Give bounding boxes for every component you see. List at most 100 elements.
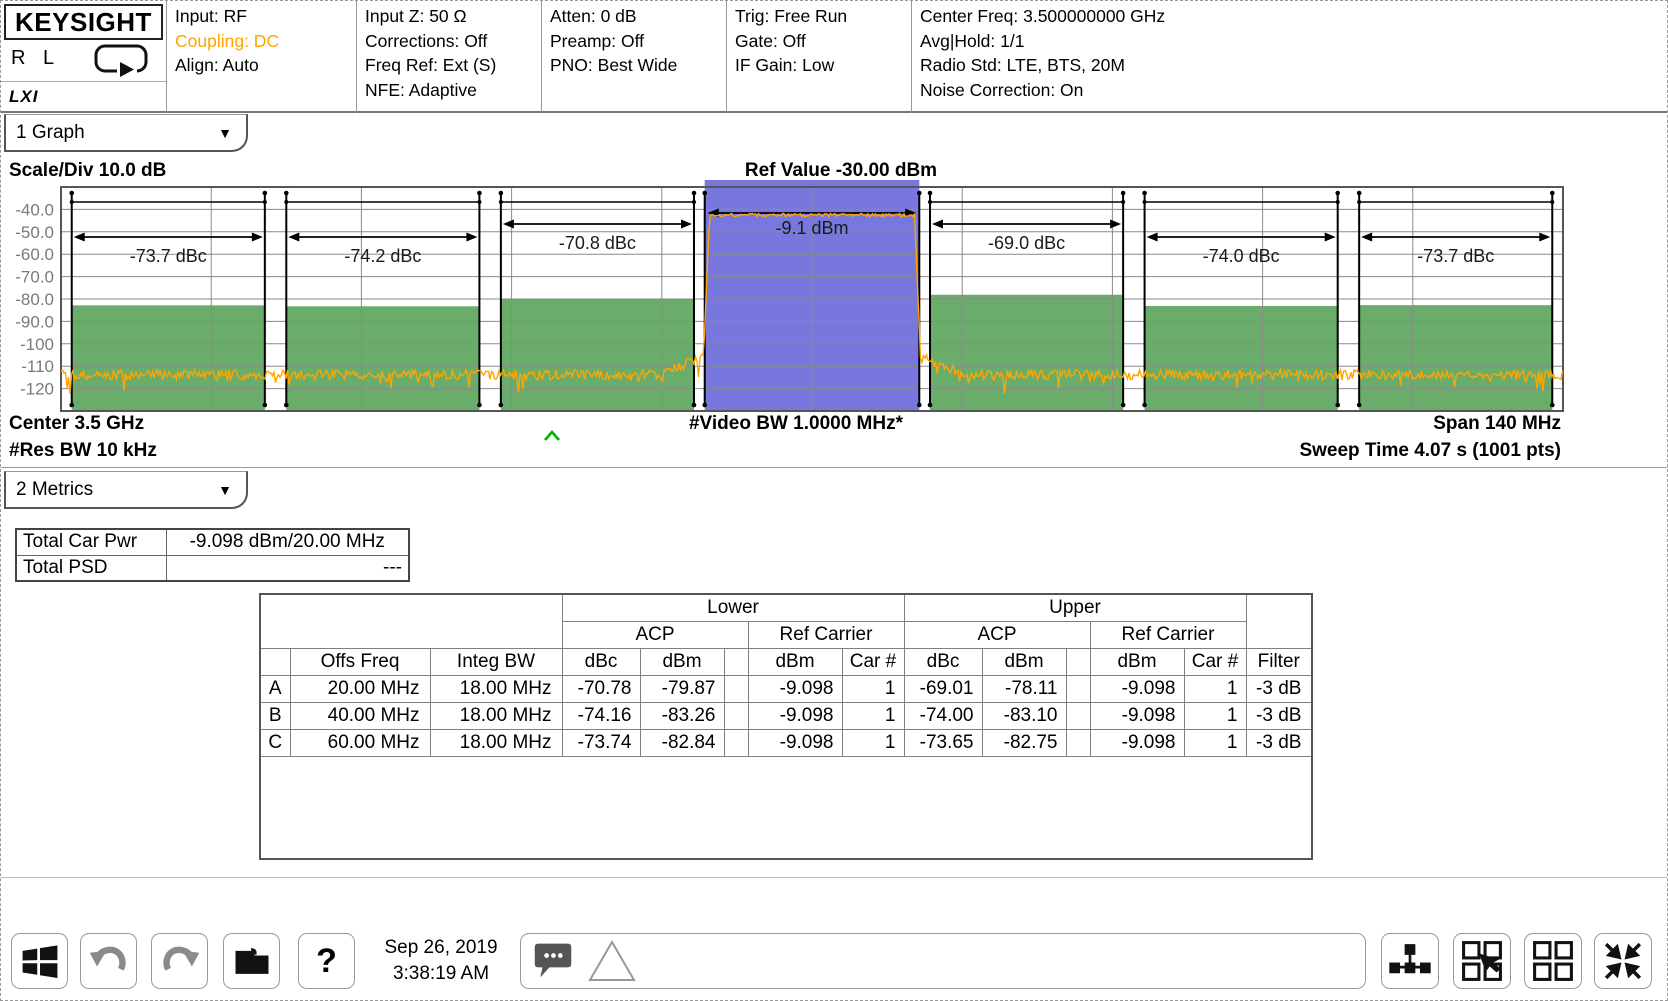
sequence-setup-button[interactable] <box>1381 933 1439 989</box>
lower-ref-carrier-header: Ref Carrier <box>748 621 904 648</box>
coupling-setting: Coupling: DC <box>175 29 356 54</box>
filter-value: -3 dB <box>1246 702 1312 729</box>
dropdown-caret-icon: ▼ <box>218 125 232 141</box>
datetime-display[interactable]: Sep 26, 2019 3:38:19 AM <box>361 935 521 987</box>
upper-dbc-value: -69.01 <box>904 675 982 702</box>
car-header: Car # <box>1184 648 1246 675</box>
svg-text:-40.0: -40.0 <box>15 200 54 219</box>
integ-bw-header: Integ BW <box>430 648 562 675</box>
gate-setting: Gate: Off <box>735 29 911 54</box>
warning-triangle-icon <box>587 939 637 983</box>
dbm-header: dBm <box>640 648 724 675</box>
table-filler-row <box>260 756 1312 859</box>
windows-start-button[interactable] <box>11 933 68 989</box>
header-input-panel[interactable]: Input: RF Coupling: DC Align: Auto <box>166 1 356 113</box>
annunciator-rl: R L <box>11 47 60 70</box>
filter-value: -3 dB <box>1246 675 1312 702</box>
lower-car-value: 1 <box>842 702 904 729</box>
upper-dbm-value: -83.10 <box>982 702 1066 729</box>
lower-dbm-value: -82.84 <box>640 729 724 756</box>
table-row: Total PSD --- <box>16 555 409 581</box>
table-group-header-row: Lower Upper <box>260 594 1312 621</box>
lower-dbc-value: -70.78 <box>562 675 640 702</box>
row-id: B <box>260 702 290 729</box>
time-text: 3:38:19 AM <box>361 961 521 987</box>
span-readout: Span 140 MHz <box>1433 413 1561 435</box>
upper-ref-carrier-header: Ref Carrier <box>1090 621 1246 648</box>
undo-button[interactable] <box>80 933 137 989</box>
lower-dbm-value: -79.87 <box>640 675 724 702</box>
grid-layout-icon <box>1530 938 1576 984</box>
total-power-table: Total Car Pwr -9.098 dBm/20.00 MHz Total… <box>15 528 410 582</box>
section-divider <box>1 467 1668 468</box>
offs-freq-header: Offs Freq <box>290 648 430 675</box>
help-button[interactable]: ? <box>298 933 355 989</box>
corner-cell <box>260 594 562 648</box>
table-row-offset-a: A 20.00 MHz 18.00 MHz -70.78 -79.87 -9.0… <box>260 675 1312 702</box>
svg-text:-74.2 dBc: -74.2 dBc <box>344 246 421 266</box>
graph-window-dropdown[interactable]: 1 Graph ▼ <box>4 114 248 152</box>
upper-ref-dbm-value: -9.098 <box>1090 729 1184 756</box>
acp-results-table: Lower Upper ACP Ref Carrier ACP Ref Carr… <box>259 593 1313 860</box>
integ-bw-value: 18.00 MHz <box>430 729 562 756</box>
lower-dbc-value: -73.74 <box>562 729 640 756</box>
graph-tab-label: 1 Graph <box>16 122 85 144</box>
integ-bw-value: 18.00 MHz <box>430 702 562 729</box>
keysight-logo: KEYSIGHT <box>4 4 163 40</box>
upper-car-value: 1 <box>1184 675 1246 702</box>
collapse-arrows-icon <box>1600 938 1646 984</box>
collapse-fullscreen-button[interactable] <box>1594 933 1652 989</box>
header-impedance-panel[interactable]: Input Z: 50 Ω Corrections: Off Freq Ref:… <box>356 1 541 113</box>
header-trigger-panel[interactable]: Trig: Free Run Gate: Off IF Gain: Low <box>726 1 911 113</box>
sequence-icon <box>1387 938 1433 984</box>
svg-text:-70.8 dBc: -70.8 dBc <box>559 233 636 253</box>
dropdown-caret-icon: ▼ <box>218 482 232 498</box>
metrics-window-dropdown[interactable]: 2 Metrics ▼ <box>4 471 248 509</box>
select-window-button[interactable] <box>1453 933 1511 989</box>
header-bar: KEYSIGHT R L LXI Input: RF Coupling: DC … <box>1 1 1668 113</box>
svg-text:-70.0: -70.0 <box>15 268 54 287</box>
pno-setting: PNO: Best Wide <box>550 53 726 78</box>
window-layout-button[interactable] <box>1524 933 1582 989</box>
redo-button[interactable] <box>151 933 208 989</box>
lower-ref-dbm-value: -9.098 <box>748 675 842 702</box>
upper-car-value: 1 <box>1184 729 1246 756</box>
preamp-setting: Preamp: Off <box>550 29 726 54</box>
upper-dbm-value: -82.75 <box>982 729 1066 756</box>
center-freq-readout: Center 3.5 GHz <box>9 413 144 435</box>
upper-ref-dbm-value: -9.098 <box>1090 675 1184 702</box>
table-row: Total Car Pwr -9.098 dBm/20.00 MHz <box>16 529 409 555</box>
lower-car-value: 1 <box>842 729 904 756</box>
trig-setting: Trig: Free Run <box>735 4 911 29</box>
spectrum-plot[interactable]: -40.0-50.0-60.0-70.0-80.0-90.0-100-110-1… <box>1 179 1668 447</box>
brand-text: KEYSIGHT <box>15 7 152 38</box>
offs-freq-value: 40.00 MHz <box>290 702 430 729</box>
header-freq-panel[interactable]: Center Freq: 3.500000000 GHz Avg|Hold: 1… <box>911 1 1668 113</box>
svg-text:-60.0: -60.0 <box>15 245 54 264</box>
corrections-setting: Corrections: Off <box>365 29 541 54</box>
message-bubble-icon <box>531 940 575 982</box>
row-id: C <box>260 729 290 756</box>
continuous-sweep-icon <box>93 43 151 79</box>
res-bw-readout: #Res BW 10 kHz <box>9 440 157 462</box>
lower-ref-dbm-value: -9.098 <box>748 702 842 729</box>
header-atten-panel[interactable]: Atten: 0 dB Preamp: Off PNO: Best Wide <box>541 1 726 113</box>
if-gain-setting: IF Gain: Low <box>735 53 911 78</box>
svg-text:-100: -100 <box>20 335 54 354</box>
upper-dbc-value: -73.65 <box>904 729 982 756</box>
lower-group-header: Lower <box>562 594 904 621</box>
toolbar-divider <box>1 877 1668 878</box>
video-bw-readout: #Video BW 1.0000 MHz* <box>646 413 946 435</box>
lower-ref-dbm-value: -9.098 <box>748 729 842 756</box>
svg-text:-90.0: -90.0 <box>15 312 54 331</box>
annunciator-bar[interactable] <box>520 933 1366 989</box>
ref-dbm-header: dBm <box>1090 648 1184 675</box>
radio-std-setting: Radio Std: LTE, BTS, 20M <box>920 53 1668 78</box>
ref-dbm-header: dBm <box>748 648 842 675</box>
lower-dbm-value: -83.26 <box>640 702 724 729</box>
redo-icon <box>158 939 202 983</box>
file-folder-button[interactable] <box>223 933 280 989</box>
date-text: Sep 26, 2019 <box>361 935 521 961</box>
svg-text:-80.0: -80.0 <box>15 290 54 309</box>
filter-header: Filter <box>1246 648 1312 675</box>
